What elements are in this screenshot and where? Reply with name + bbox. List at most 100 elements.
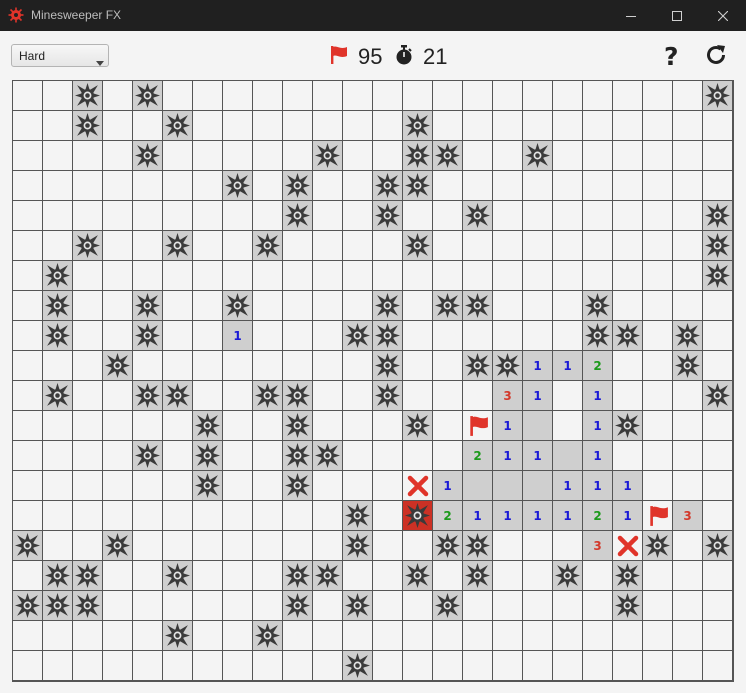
hidden-cell[interactable] (343, 201, 372, 230)
flagged-cell[interactable] (643, 501, 672, 530)
hidden-cell[interactable] (643, 381, 672, 410)
mine-cell[interactable] (433, 291, 462, 320)
hidden-cell[interactable] (283, 111, 312, 140)
hidden-cell[interactable] (13, 621, 42, 650)
hidden-cell[interactable] (703, 141, 732, 170)
mine-cell[interactable] (163, 231, 192, 260)
hidden-cell[interactable] (613, 651, 642, 680)
hidden-cell[interactable] (73, 351, 102, 380)
hidden-cell[interactable] (673, 441, 702, 470)
hidden-cell[interactable] (43, 231, 72, 260)
hidden-cell[interactable] (103, 441, 132, 470)
hidden-cell[interactable] (613, 171, 642, 200)
hidden-cell[interactable] (313, 591, 342, 620)
mine-cell[interactable] (643, 531, 672, 560)
hidden-cell[interactable] (583, 141, 612, 170)
hidden-cell[interactable] (433, 231, 462, 260)
hidden-cell[interactable] (433, 321, 462, 350)
hidden-cell[interactable] (13, 651, 42, 680)
hidden-cell[interactable] (673, 171, 702, 200)
mine-cell[interactable] (463, 201, 492, 230)
hidden-cell[interactable] (13, 411, 42, 440)
hidden-cell[interactable] (373, 591, 402, 620)
mine-cell[interactable] (163, 381, 192, 410)
hidden-cell[interactable] (673, 411, 702, 440)
hidden-cell[interactable] (523, 261, 552, 290)
hidden-cell[interactable] (523, 561, 552, 590)
mine-cell[interactable] (73, 591, 102, 620)
hidden-cell[interactable] (373, 111, 402, 140)
hidden-cell[interactable] (13, 561, 42, 590)
hidden-cell[interactable] (643, 81, 672, 110)
mine-cell[interactable] (283, 411, 312, 440)
hidden-cell[interactable] (373, 501, 402, 530)
hidden-cell[interactable] (223, 621, 252, 650)
hidden-cell[interactable] (253, 411, 282, 440)
hidden-cell[interactable] (133, 531, 162, 560)
mine-cell[interactable] (583, 321, 612, 350)
mine-cell[interactable] (73, 81, 102, 110)
hidden-cell[interactable] (103, 171, 132, 200)
hidden-cell[interactable] (643, 411, 672, 440)
mine-cell[interactable] (73, 561, 102, 590)
mine-cell[interactable] (493, 351, 522, 380)
hidden-cell[interactable] (133, 261, 162, 290)
hidden-cell[interactable] (103, 111, 132, 140)
hidden-cell[interactable] (703, 321, 732, 350)
hidden-cell[interactable] (673, 651, 702, 680)
hidden-cell[interactable] (253, 651, 282, 680)
mine-cell[interactable] (133, 441, 162, 470)
hidden-cell[interactable] (613, 201, 642, 230)
hidden-cell[interactable] (193, 591, 222, 620)
mine-cell[interactable] (223, 291, 252, 320)
hidden-cell[interactable] (493, 591, 522, 620)
hidden-cell[interactable] (133, 591, 162, 620)
mine-cell[interactable] (253, 621, 282, 650)
mine-cell[interactable] (613, 591, 642, 620)
hidden-cell[interactable] (283, 141, 312, 170)
hidden-cell[interactable] (613, 291, 642, 320)
mine-cell[interactable] (223, 171, 252, 200)
hidden-cell[interactable] (193, 381, 222, 410)
hidden-cell[interactable] (463, 621, 492, 650)
hidden-cell[interactable] (193, 231, 222, 260)
hidden-cell[interactable] (673, 261, 702, 290)
hidden-cell[interactable] (313, 171, 342, 200)
hidden-cell[interactable] (283, 651, 312, 680)
mine-cell[interactable] (373, 291, 402, 320)
hidden-cell[interactable] (253, 321, 282, 350)
hidden-cell[interactable] (193, 141, 222, 170)
hidden-cell[interactable] (133, 171, 162, 200)
hidden-cell[interactable] (373, 531, 402, 560)
hidden-cell[interactable] (583, 651, 612, 680)
hidden-cell[interactable] (133, 501, 162, 530)
hidden-cell[interactable] (103, 621, 132, 650)
hidden-cell[interactable] (313, 201, 342, 230)
mine-cell[interactable] (703, 531, 732, 560)
mine-cell[interactable] (403, 111, 432, 140)
mine-cell[interactable] (463, 351, 492, 380)
hidden-cell[interactable] (343, 141, 372, 170)
hidden-cell[interactable] (133, 111, 162, 140)
hidden-cell[interactable] (643, 471, 672, 500)
hidden-cell[interactable] (343, 441, 372, 470)
hidden-cell[interactable] (13, 141, 42, 170)
hidden-cell[interactable] (343, 351, 372, 380)
mine-cell[interactable] (73, 231, 102, 260)
hidden-cell[interactable] (163, 201, 192, 230)
hidden-cell[interactable] (403, 621, 432, 650)
hidden-cell[interactable] (433, 261, 462, 290)
hidden-cell[interactable] (253, 171, 282, 200)
hidden-cell[interactable] (103, 81, 132, 110)
hidden-cell[interactable] (643, 351, 672, 380)
hidden-cell[interactable] (493, 531, 522, 560)
hidden-cell[interactable] (703, 411, 732, 440)
hidden-cell[interactable] (343, 81, 372, 110)
hidden-cell[interactable] (373, 231, 402, 260)
hidden-cell[interactable] (163, 81, 192, 110)
hidden-cell[interactable] (73, 141, 102, 170)
mine-cell[interactable] (703, 201, 732, 230)
hidden-cell[interactable] (643, 201, 672, 230)
mine-cell[interactable] (103, 351, 132, 380)
hidden-cell[interactable] (643, 141, 672, 170)
